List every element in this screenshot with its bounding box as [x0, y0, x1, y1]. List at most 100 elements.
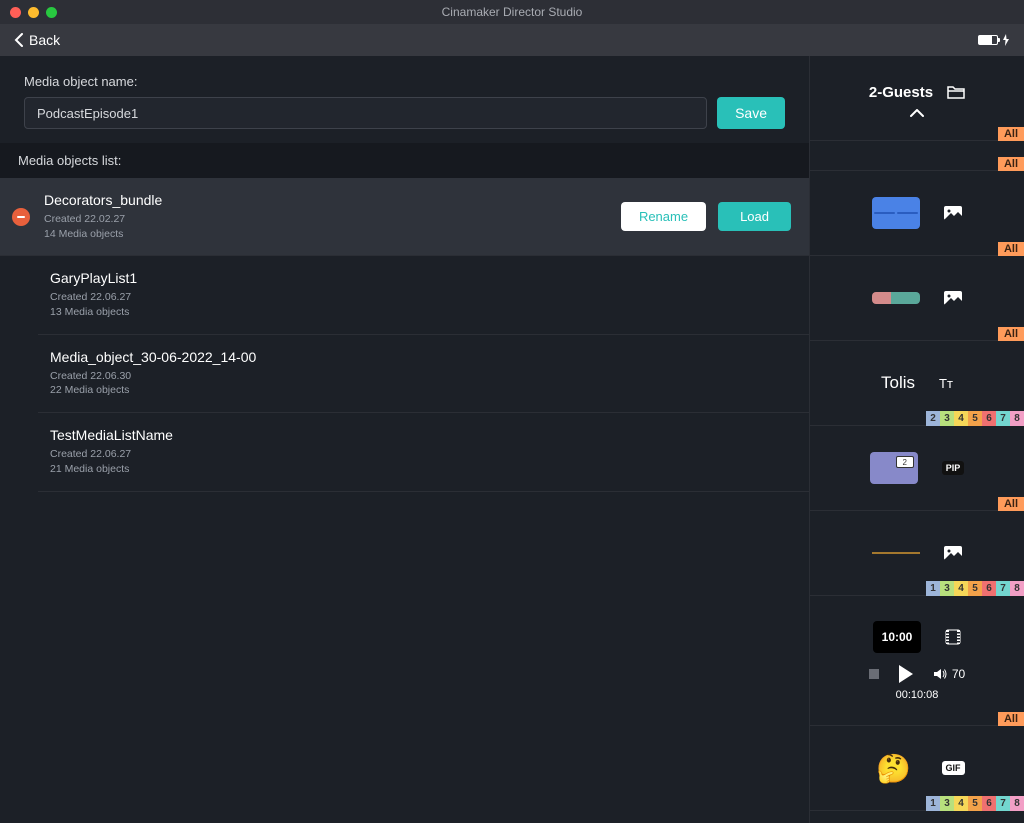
all-badge[interactable]: All [998, 712, 1024, 726]
channel-strip[interactable]: 1345678 [926, 796, 1024, 811]
titlebar: Cinamaker Director Studio [0, 0, 1024, 24]
channel-number[interactable]: 2 [926, 411, 940, 426]
channel-number[interactable]: 5 [968, 796, 982, 811]
content: Media object name: Save Media objects li… [0, 56, 1024, 823]
volume-control[interactable]: 70 [933, 667, 965, 681]
channel-number[interactable]: 3 [940, 581, 954, 596]
pip-badge: PIP [942, 461, 965, 475]
battery-indicator [978, 34, 1010, 46]
all-badge[interactable]: All [998, 127, 1024, 141]
media-count: 22 Media objects [50, 383, 791, 398]
window-title: Cinamaker Director Studio [442, 5, 583, 19]
channel-number[interactable]: 1 [926, 796, 940, 811]
all-badge[interactable]: All [998, 497, 1024, 511]
image-icon [944, 291, 962, 305]
media-actions: Rename Load [621, 202, 791, 231]
film-icon [945, 629, 961, 645]
channel-number[interactable]: 4 [954, 411, 968, 426]
media-created: Created 22.06.27 [50, 290, 791, 305]
load-button[interactable]: Load [718, 202, 791, 231]
sidebar-title: 2-Guests [869, 84, 933, 101]
channel-number[interactable]: 7 [996, 796, 1010, 811]
panel-tolis[interactable]: Tolis Tᴛ 2345678 [810, 341, 1024, 426]
channel-number[interactable]: 8 [1010, 581, 1024, 596]
speaker-icon [933, 668, 947, 680]
media-count: 21 Media objects [50, 462, 791, 477]
play-button[interactable] [899, 665, 913, 683]
name-form: Media object name: Save [0, 56, 809, 143]
save-button[interactable]: Save [717, 97, 785, 129]
chevron-up-icon[interactable] [910, 109, 924, 117]
rename-button[interactable]: Rename [621, 202, 706, 231]
sidebar-header: 2-Guests All [810, 56, 1024, 141]
media-name: Media_object_30-06-2022_14-00 [50, 349, 791, 365]
media-name-input[interactable] [24, 97, 707, 129]
media-info: TestMediaListName Created 22.06.2721 Medi… [50, 427, 791, 476]
media-item[interactable]: Media_object_30-06-2022_14-00 Created 22.… [38, 335, 809, 413]
channel-strip[interactable]: 2345678 [926, 411, 1024, 426]
channel-number[interactable]: 3 [940, 796, 954, 811]
media-created: Created 22.06.30 [50, 369, 791, 384]
panel-pip[interactable]: 2 PIP All [810, 426, 1024, 511]
gif-badge: GIF [942, 761, 965, 775]
channel-number[interactable]: 4 [954, 796, 968, 811]
stop-button[interactable] [869, 669, 879, 679]
all-badge[interactable]: All [998, 157, 1024, 171]
close-icon[interactable] [10, 7, 21, 18]
text-type-icon: Tᴛ [939, 376, 953, 391]
minimize-icon[interactable] [28, 7, 39, 18]
traffic-lights [10, 7, 57, 18]
channel-number[interactable]: 8 [1010, 796, 1024, 811]
media-count: 14 Media objects [44, 227, 607, 242]
media-list: Decorators_bundleCreated 22.02.2714 Medi… [0, 178, 809, 492]
app-window: Cinamaker Director Studio Back Media obj… [0, 0, 1024, 823]
panel-two-up[interactable]: All [810, 171, 1024, 256]
channel-number[interactable]: 1 [926, 581, 940, 596]
channel-strip[interactable]: 1345678 [926, 581, 1024, 596]
channel-number[interactable]: 6 [982, 581, 996, 596]
media-created: Created 22.02.27 [44, 212, 607, 227]
all-badge[interactable]: All [998, 327, 1024, 341]
channel-number[interactable]: 8 [1010, 411, 1024, 426]
panel-gif[interactable]: 🤔 GIF 1345678 [810, 726, 1024, 811]
image-icon [944, 206, 962, 220]
channel-number[interactable]: 7 [996, 581, 1010, 596]
two-up-thumb [872, 197, 920, 229]
delete-button[interactable] [12, 208, 30, 226]
charging-icon [1002, 34, 1010, 46]
right-sidebar: 2-Guests All All All [809, 56, 1024, 823]
main-panel: Media object name: Save Media objects li… [0, 56, 809, 823]
color-bar-thumb [872, 292, 920, 304]
back-button[interactable]: Back [14, 32, 60, 48]
folder-icon[interactable] [947, 85, 965, 99]
media-info: GaryPlayList1 Created 22.06.2713 Media ob… [50, 270, 791, 319]
media-item[interactable]: GaryPlayList1 Created 22.06.2713 Media ob… [38, 256, 809, 334]
channel-number[interactable]: 5 [968, 411, 982, 426]
channel-number[interactable]: 3 [940, 411, 954, 426]
battery-icon [978, 35, 998, 45]
name-label: Media object name: [24, 74, 785, 89]
media-created: Created 22.06.27 [50, 447, 791, 462]
media-count: 13 Media objects [50, 305, 791, 320]
timecode: 00:10:08 [896, 689, 939, 701]
panel-line[interactable]: 1345678 [810, 511, 1024, 596]
channel-number[interactable]: 6 [982, 411, 996, 426]
emoji-thumb: 🤔 [870, 752, 918, 784]
media-item[interactable]: TestMediaListName Created 22.06.2721 Medi… [38, 413, 809, 491]
channel-number[interactable]: 7 [996, 411, 1010, 426]
pip-thumb: 2 [870, 452, 918, 484]
zoom-icon[interactable] [46, 7, 57, 18]
panel-clock[interactable]: 10:00 70 00:10:08 All [810, 596, 1024, 726]
channel-number[interactable]: 4 [954, 581, 968, 596]
list-header: Media objects list: [0, 143, 809, 178]
channel-number[interactable]: 5 [968, 581, 982, 596]
panel-greenbar[interactable]: All [810, 256, 1024, 341]
chevron-left-icon [14, 33, 23, 47]
all-badge[interactable]: All [998, 242, 1024, 256]
media-info: Media_object_30-06-2022_14-00 Created 22.… [50, 349, 791, 398]
channel-number[interactable]: 6 [982, 796, 996, 811]
media-name: GaryPlayList1 [50, 270, 791, 286]
media-name: TestMediaListName [50, 427, 791, 443]
media-item[interactable]: Decorators_bundleCreated 22.02.2714 Medi… [0, 178, 809, 256]
toolbar: Back [0, 24, 1024, 56]
